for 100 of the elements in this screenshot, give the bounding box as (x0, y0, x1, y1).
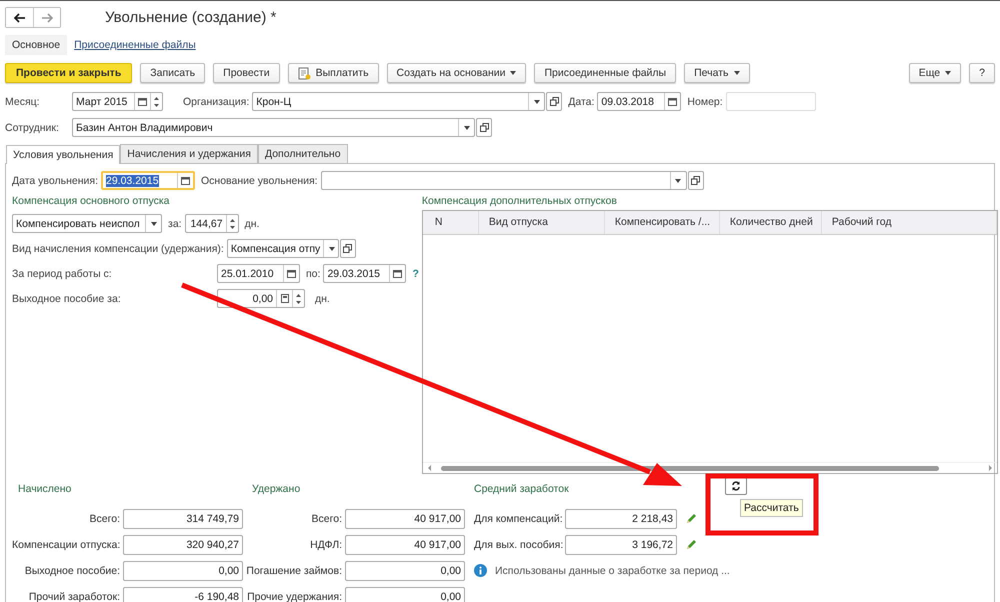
amount-field[interactable]: -6 190,48 (123, 586, 243, 602)
field-label: НДФЛ: (309, 538, 343, 550)
amount-field[interactable]: 0,00 (345, 560, 465, 580)
form-tab[interactable]: Присоединенные файлы (67, 35, 203, 55)
group-title: Средний заработок (474, 483, 570, 497)
field-label: Погашение займов: (245, 564, 343, 576)
field-label: Выходное пособие за: (12, 292, 122, 304)
toolbar-button[interactable]: Провести и закрыть (5, 63, 132, 83)
toolbar-button[interactable]: Записать (140, 63, 206, 83)
open-button[interactable] (546, 92, 562, 111)
form-tab[interactable]: Основное (5, 35, 68, 55)
date-field[interactable]: 09.03.2018 (597, 92, 682, 111)
compensation-mode-select[interactable]: Компенсировать неиспол (12, 214, 162, 233)
toolbar-button[interactable]: Печать (684, 63, 750, 83)
open-button[interactable] (476, 118, 492, 137)
amount-field[interactable]: 2 218,43 (565, 508, 677, 528)
document-icon (298, 66, 311, 80)
open-button[interactable] (340, 239, 356, 258)
group-title: Компенсация основного отпуска (12, 195, 171, 209)
spin-icon (296, 292, 301, 304)
column-header[interactable]: Вид отпуска (478, 211, 605, 234)
forward-arrow-icon (41, 12, 53, 22)
scroll-right-icon[interactable] (986, 465, 993, 471)
amount-field[interactable]: 314 749,79 (123, 508, 243, 528)
field-label: Компенсации отпуска: (12, 538, 122, 550)
spin-icon (154, 96, 159, 108)
amount-field[interactable]: 0,00 (123, 560, 243, 580)
field-label: Прочие удержания: (246, 590, 343, 602)
amount-field[interactable]: 40 917,00 (345, 508, 465, 528)
column-header[interactable]: Компенсировать /... (604, 211, 720, 234)
refresh-icon (731, 481, 741, 491)
pencil-icon[interactable] (685, 512, 697, 524)
employee-field[interactable]: Базин Антон Владимирович (72, 118, 475, 137)
field-label: За период работы с: (12, 268, 113, 280)
field-label: за: (168, 218, 182, 230)
period-from-field[interactable]: 25.01.2010 (217, 264, 300, 283)
toolbar-button[interactable]: Провести (213, 63, 280, 83)
unit-label: дн. (244, 218, 260, 230)
pencil-icon[interactable] (685, 538, 697, 550)
scroll-left-icon[interactable] (426, 465, 433, 471)
tooltip: Рассчитать (740, 499, 803, 517)
column-header[interactable]: N (422, 211, 479, 234)
group-title: Удержано (252, 483, 302, 497)
calendar-icon (181, 176, 190, 184)
field-label: Дата: (568, 96, 594, 108)
dropdown-icon (328, 246, 335, 250)
field-label: Основание увольнения: (201, 174, 318, 186)
dropdown-icon (464, 126, 470, 130)
period-to-field[interactable]: 29.03.2015 (323, 264, 406, 283)
toolbar-button[interactable]: Присоединенные файлы (534, 63, 676, 83)
field-label: Прочий заработок: (28, 590, 121, 602)
info-icon (474, 564, 487, 577)
field-label: Всего: (88, 512, 121, 524)
month-field[interactable]: Март 2015 (72, 92, 163, 111)
tab[interactable]: Дополнительно (258, 144, 348, 163)
dismissal-reason-field[interactable] (320, 171, 687, 190)
open-icon (343, 244, 352, 253)
window-title: Увольнение (создание) * (105, 9, 276, 26)
number-field[interactable] (726, 92, 816, 111)
accrual-type-field[interactable]: Компенсация отпу (226, 239, 339, 258)
group-title: Компенсация дополнительных отпусков (422, 195, 618, 209)
field-label: Сотрудник: (5, 122, 60, 134)
field-label: Для компенсаций: (473, 512, 564, 524)
toolbar-button[interactable]: Выплатить (288, 63, 379, 83)
toolbar-button[interactable]: Еще (908, 63, 962, 83)
severance-days-field[interactable]: 0,00 (217, 289, 305, 308)
amount-field[interactable]: 3 196,72 (565, 534, 677, 554)
amount-field[interactable]: 40 917,00 (345, 534, 465, 554)
open-icon (480, 123, 488, 132)
field-label: Номер: (687, 96, 723, 108)
field-label: Выходное пособие: (24, 564, 121, 576)
group-title: Начислено (18, 483, 72, 497)
field-label: по: (306, 268, 320, 280)
field-label: Месяц: (5, 96, 41, 108)
amount-field[interactable]: 0,00 (345, 586, 465, 602)
dropdown-icon (534, 100, 540, 104)
tab[interactable]: Условия увольнения (6, 145, 120, 164)
unit-label: дн. (315, 292, 330, 304)
back-arrow-icon (14, 12, 26, 22)
tab[interactable]: Начисления и удержания (120, 144, 258, 163)
field-label: Для вых. пособия: (473, 538, 564, 550)
field-label: Вид начисления компенсации (удержания): (12, 242, 225, 254)
horizontal-scrollbar[interactable] (422, 462, 997, 473)
open-icon (691, 176, 700, 185)
field-label: Организация: (183, 96, 250, 108)
open-button[interactable] (688, 171, 704, 190)
info-note: Использованы данные о заработке за период ... (495, 564, 730, 576)
column-header[interactable]: Количество дней (720, 211, 822, 234)
amount-field[interactable]: 320 940,27 (123, 534, 243, 554)
toolbar-button[interactable]: Создать на основании (386, 63, 526, 83)
toolbar-button[interactable]: ? (969, 63, 995, 83)
calendar-icon (393, 270, 402, 278)
calendar-icon (287, 270, 296, 278)
dismissal-date-field[interactable]: 29.03.2015 (101, 171, 195, 190)
days-field[interactable]: 144,67 (184, 214, 239, 233)
column-header[interactable]: Рабочий год (822, 211, 997, 234)
field-label: Дата увольнения: (12, 174, 98, 186)
open-icon (550, 97, 559, 106)
organization-field[interactable]: Крон-Ц (252, 92, 546, 111)
help-link[interactable]: ? (412, 268, 419, 280)
